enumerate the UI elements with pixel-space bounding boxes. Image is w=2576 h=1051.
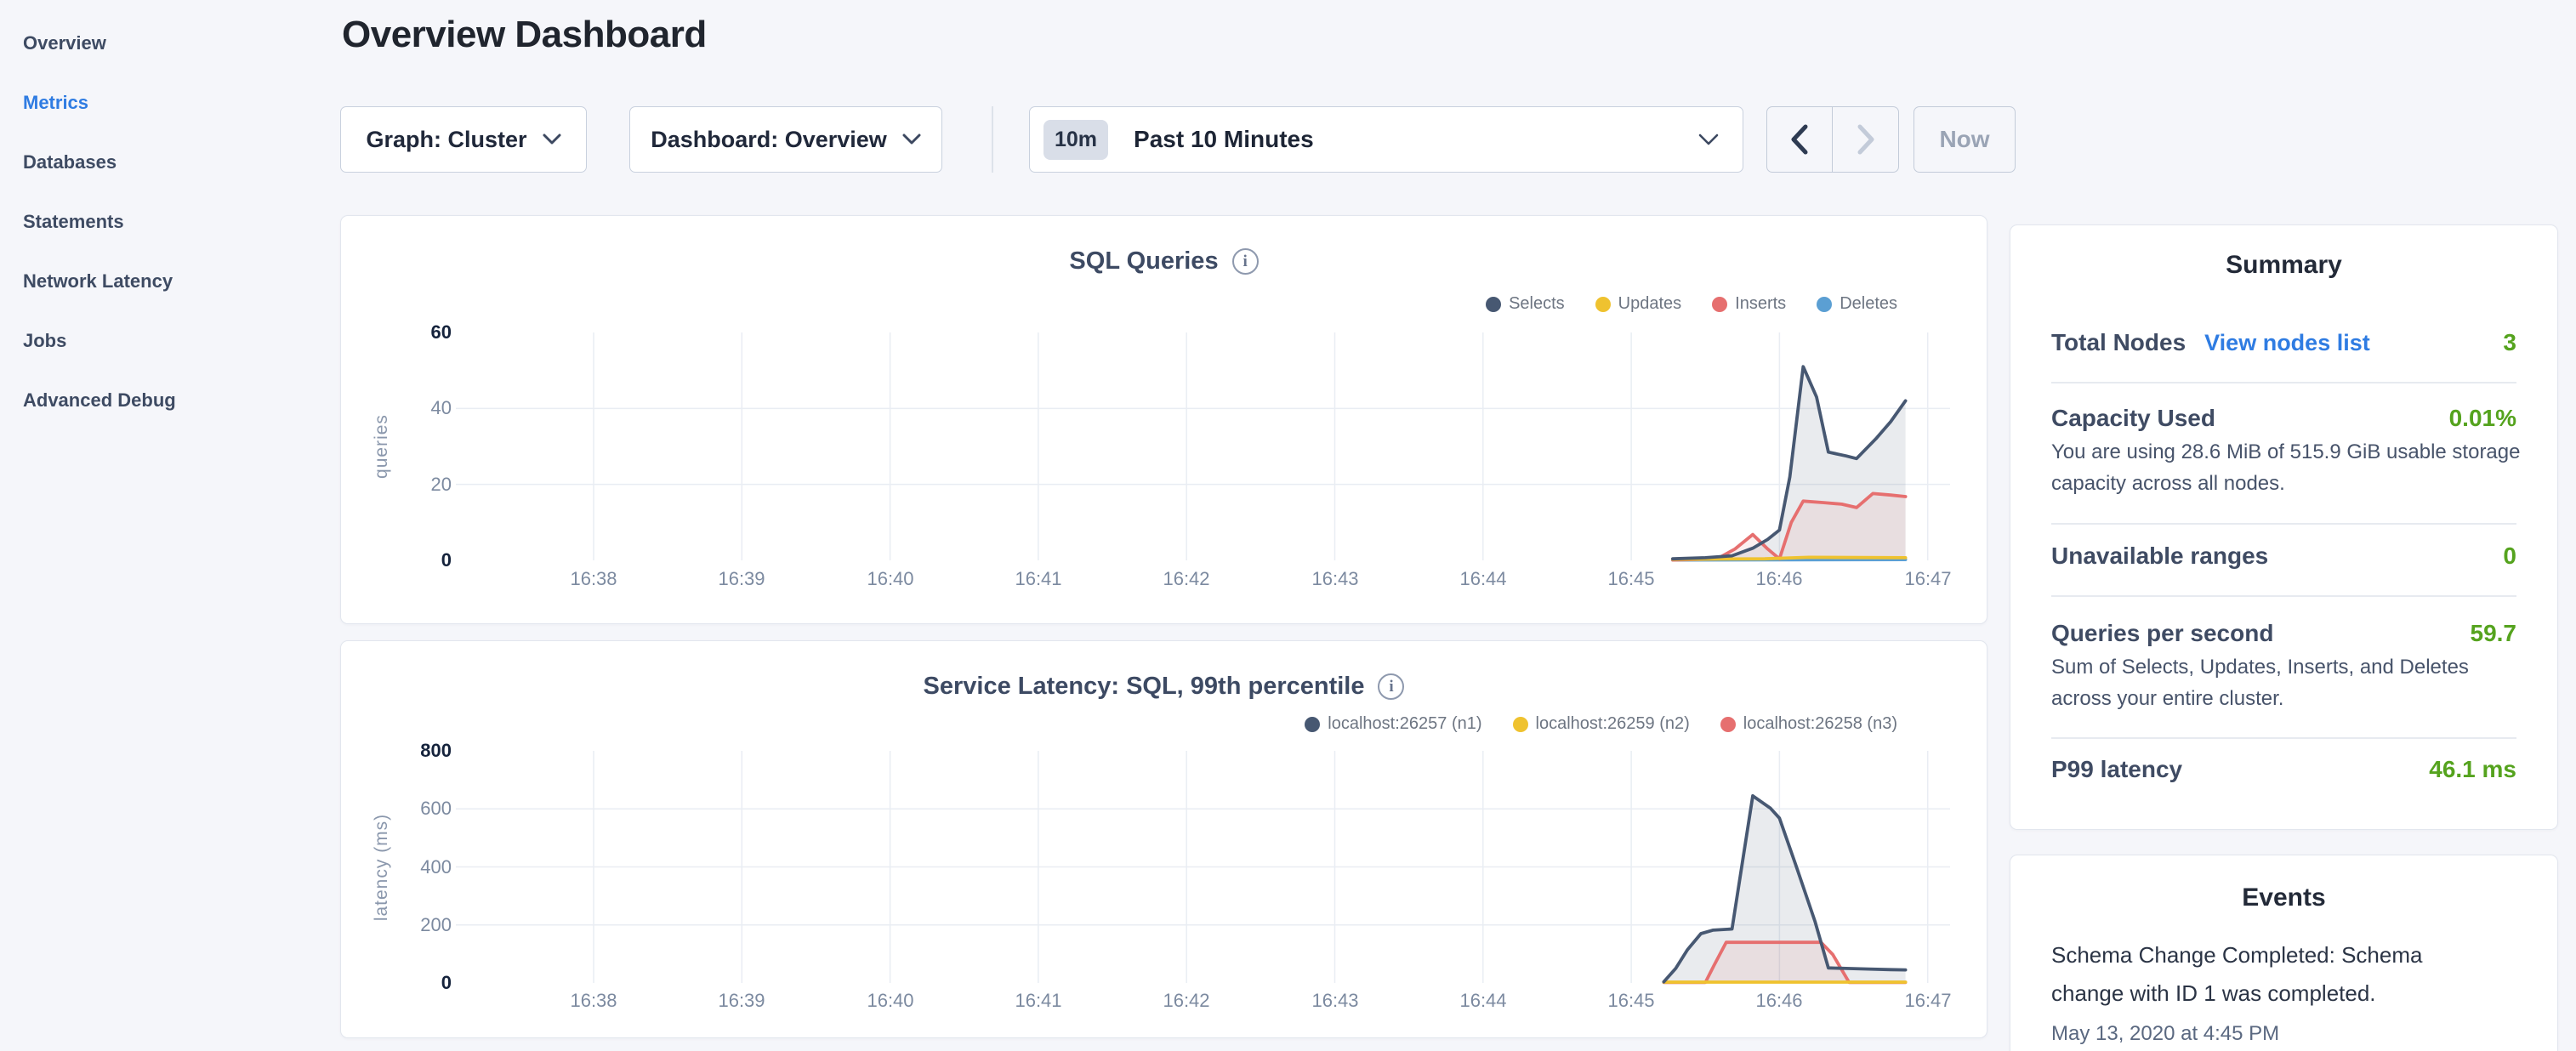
- graph-scope-dropdown-label: Graph: Cluster: [366, 127, 526, 153]
- summary-heading: Summary: [2010, 251, 2557, 280]
- summary-description: You are using 28.6 MiB of 515.9 GiB usab…: [2051, 436, 2521, 499]
- x-tick: 16:38: [570, 568, 617, 590]
- sidebar-item-advanced-debug[interactable]: Advanced Debug: [0, 371, 340, 430]
- sidebar-item-statements[interactable]: Statements: [0, 192, 340, 252]
- divider: [2051, 523, 2516, 525]
- events-panel: Events Schema Change Completed: Schema c…: [2010, 855, 2558, 1051]
- service-latency-plot[interactable]: [341, 641, 1988, 1039]
- chevron-down-icon: [902, 134, 921, 145]
- x-tick: 16:43: [1311, 990, 1358, 1012]
- summary-row-qps: Queries per second 59.7: [2051, 620, 2516, 647]
- x-tick: 16:38: [570, 990, 617, 1012]
- overview-dashboard-page: Overview Metrics Databases Statements Ne…: [0, 0, 2576, 1051]
- x-tick: 16:46: [1755, 990, 1802, 1012]
- dashboard-dropdown-label: Dashboard: Overview: [651, 127, 887, 153]
- x-tick: 16:40: [867, 568, 913, 590]
- sidebar-item-network-latency[interactable]: Network Latency: [0, 252, 340, 311]
- summary-value: 59.7: [2471, 620, 2517, 647]
- summary-panel: Summary Total Nodes View nodes list 3 Ca…: [2010, 224, 2558, 830]
- summary-row-unavailable-ranges: Unavailable ranges 0: [2051, 543, 2516, 570]
- chevron-down-icon: [1698, 134, 1719, 146]
- view-nodes-list-link[interactable]: View nodes list: [2204, 330, 2370, 356]
- summary-value: 46.1 ms: [2429, 756, 2516, 783]
- summary-row-capacity: Capacity Used 0.01%: [2051, 405, 2516, 432]
- page-title: Overview Dashboard: [342, 14, 707, 56]
- events-heading: Events: [2010, 883, 2557, 912]
- prev-time-button[interactable]: [1767, 107, 1833, 172]
- x-tick: 16:42: [1163, 568, 1209, 590]
- x-tick: 16:44: [1459, 568, 1506, 590]
- x-tick: 16:42: [1163, 990, 1209, 1012]
- event-timestamp: May 13, 2020 at 4:45 PM: [2051, 1022, 2279, 1046]
- summary-value: 3: [2503, 329, 2516, 356]
- x-tick: 16:39: [718, 990, 765, 1012]
- event-message: Schema Change Completed: Schema change w…: [2051, 936, 2468, 1013]
- x-tick: 16:44: [1459, 990, 1506, 1012]
- now-button[interactable]: Now: [1914, 106, 2016, 173]
- sidebar: Overview Metrics Databases Statements Ne…: [0, 0, 340, 1051]
- time-step-buttons: [1766, 106, 1899, 173]
- x-tick: 16:43: [1311, 568, 1358, 590]
- time-range-picker[interactable]: 10m Past 10 Minutes: [1029, 106, 1743, 173]
- dashboard-dropdown[interactable]: Dashboard: Overview: [629, 106, 942, 173]
- divider: [2051, 382, 2516, 383]
- divider: [2051, 595, 2516, 597]
- service-latency-chart-card: Service Latency: SQL, 99th percentile i …: [340, 640, 1987, 1038]
- x-tick: 16:41: [1015, 568, 1061, 590]
- summary-row-total-nodes: Total Nodes View nodes list 3: [2051, 329, 2516, 356]
- x-tick: 16:45: [1607, 568, 1654, 590]
- x-tick: 16:46: [1755, 568, 1802, 590]
- summary-label: Total Nodes: [2051, 329, 2186, 356]
- summary-label: Unavailable ranges: [2051, 543, 2268, 570]
- divider: [2051, 737, 2516, 739]
- next-time-button[interactable]: [1833, 107, 1898, 172]
- time-range-label: Past 10 Minutes: [1134, 126, 1314, 153]
- summary-row-p99-latency: P99 latency 46.1 ms: [2051, 756, 2516, 783]
- x-tick: 16:45: [1607, 990, 1654, 1012]
- summary-value: 0: [2503, 543, 2516, 570]
- sidebar-item-overview[interactable]: Overview: [0, 14, 340, 73]
- sidebar-item-metrics[interactable]: Metrics: [0, 73, 340, 133]
- x-tick: 16:39: [718, 568, 765, 590]
- sidebar-item-jobs[interactable]: Jobs: [0, 311, 340, 371]
- sidebar-item-databases[interactable]: Databases: [0, 133, 340, 192]
- summary-label: P99 latency: [2051, 756, 2182, 783]
- sql-queries-plot[interactable]: [341, 216, 1988, 625]
- x-tick: 16:41: [1015, 990, 1061, 1012]
- graph-scope-dropdown[interactable]: Graph: Cluster: [340, 106, 587, 173]
- toolbar-divider: [992, 106, 993, 173]
- summary-label: Capacity Used: [2051, 405, 2215, 432]
- x-tick: 16:47: [1904, 568, 1951, 590]
- summary-label: Queries per second: [2051, 620, 2273, 647]
- summary-description: Sum of Selects, Updates, Inserts, and De…: [2051, 651, 2521, 714]
- x-tick: 16:47: [1904, 990, 1951, 1012]
- chevron-left-icon: [1788, 122, 1811, 156]
- chevron-down-icon: [543, 134, 561, 145]
- chevron-right-icon: [1855, 122, 1877, 156]
- sql-queries-chart-card: SQL Queries i Selects Updates Inserts De…: [340, 215, 1987, 624]
- x-tick: 16:40: [867, 990, 913, 1012]
- summary-value: 0.01%: [2449, 405, 2516, 432]
- time-range-badge: 10m: [1043, 120, 1108, 160]
